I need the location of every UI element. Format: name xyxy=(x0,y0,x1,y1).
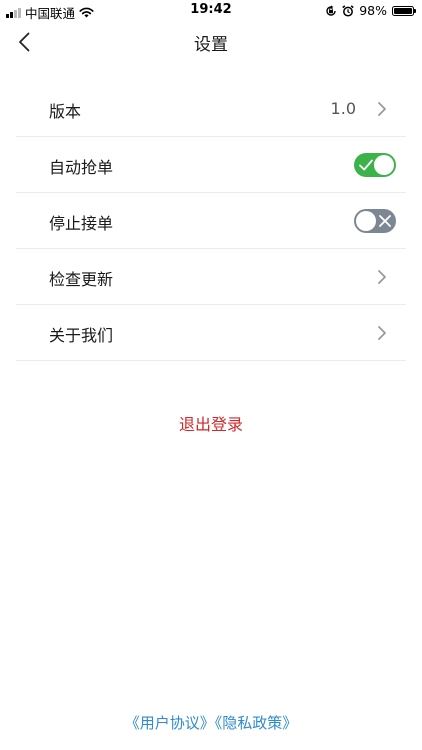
settings-row-check-updates[interactable]: 检查更新 xyxy=(16,249,406,305)
alarm-icon xyxy=(342,4,354,17)
settings-row-stop-taking-orders: 停止接单 xyxy=(16,193,406,249)
settings-row-label: 关于我们 xyxy=(49,326,114,345)
battery-percentage: 98% xyxy=(359,3,387,18)
battery-level xyxy=(394,7,412,14)
status-right: 98% xyxy=(325,3,416,18)
footer-links: 《用户协议》《隐私政策》 xyxy=(0,712,422,733)
settings-row-label: 检查更新 xyxy=(49,270,114,289)
chevron-right-icon xyxy=(378,326,386,340)
toggle-knob xyxy=(374,155,394,175)
privacy-policy-link[interactable]: 《隐私政策》 xyxy=(215,714,298,732)
settings-row-label: 停止接单 xyxy=(49,214,114,233)
stop-taking-orders-toggle[interactable] xyxy=(354,209,396,233)
version-value: 1.0 xyxy=(330,99,356,118)
battery-icon xyxy=(392,5,416,16)
chevron-right-icon xyxy=(378,102,386,116)
settings-row-label: 版本 xyxy=(49,102,82,121)
logout-button[interactable]: 退出登录 xyxy=(0,411,422,435)
auto-grab-orders-toggle[interactable] xyxy=(354,153,396,177)
settings-row-label: 自动抢单 xyxy=(49,158,114,177)
page-title: 设置 xyxy=(194,35,228,55)
cross-icon xyxy=(379,215,391,227)
navigation-bar: 设置 xyxy=(0,24,422,60)
settings-row-version[interactable]: 版本 1.0 xyxy=(16,81,406,137)
toggle-knob xyxy=(356,211,376,231)
settings-list: 版本 1.0 自动抢单 停止接单 检查更新 关于我们 xyxy=(16,81,406,361)
settings-row-auto-grab-orders: 自动抢单 xyxy=(16,137,406,193)
settings-row-about-us[interactable]: 关于我们 xyxy=(16,305,406,361)
orientation-lock-icon xyxy=(326,4,336,16)
check-icon xyxy=(359,159,373,171)
chevron-right-icon xyxy=(378,270,386,284)
status-bar: 中国联通 19:42 98% xyxy=(0,0,422,21)
user-agreement-link[interactable]: 《用户协议》 xyxy=(125,714,215,732)
